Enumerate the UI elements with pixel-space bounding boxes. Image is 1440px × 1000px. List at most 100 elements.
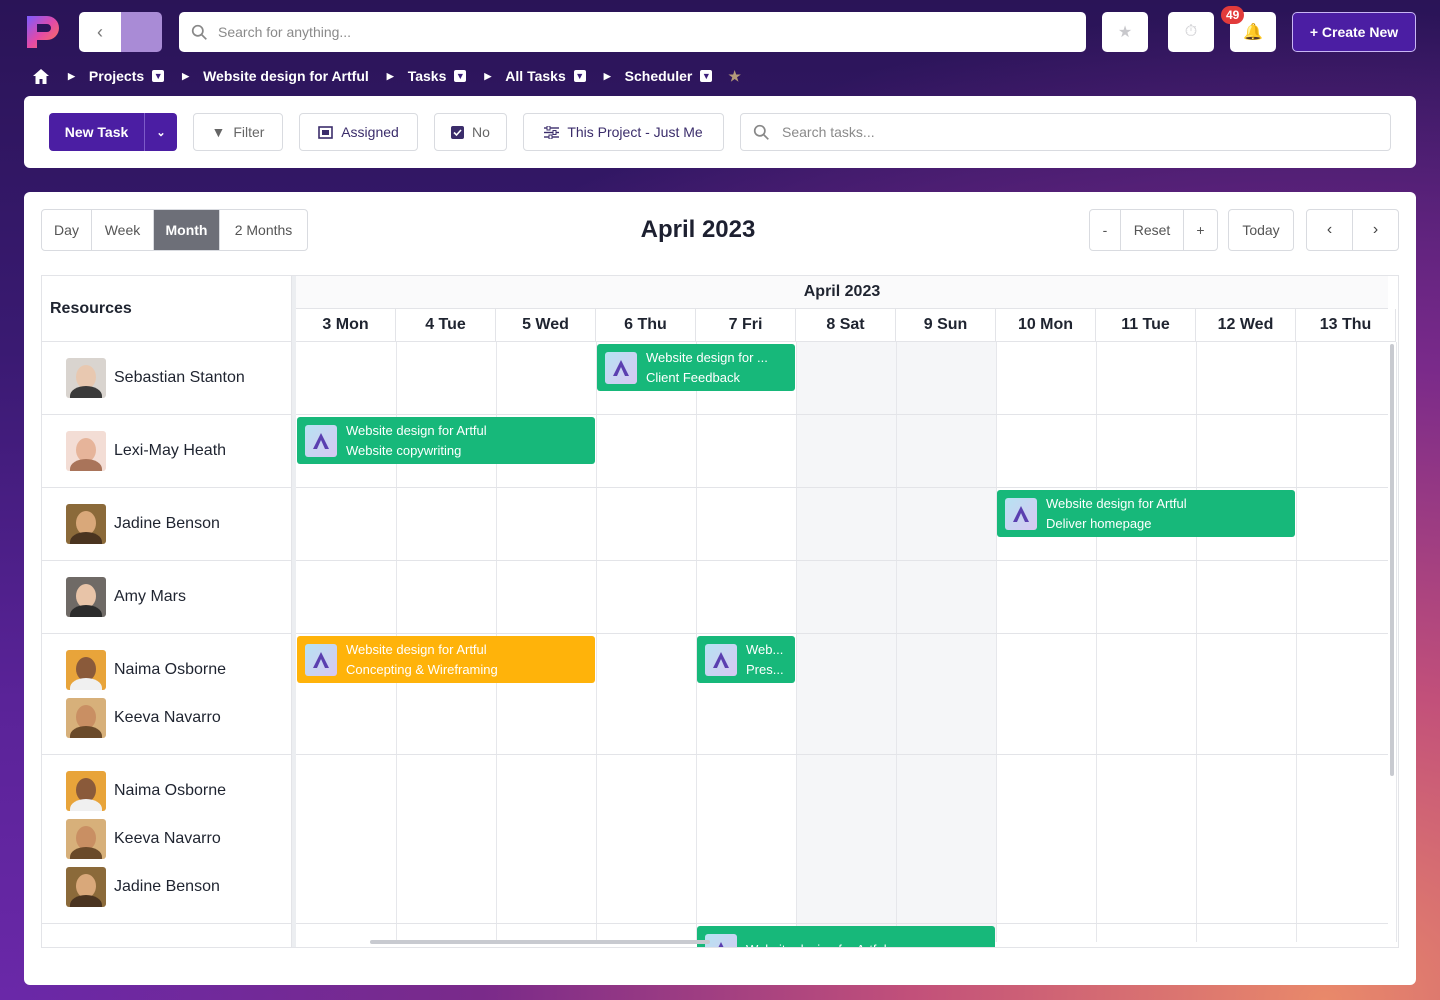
zoom-out-button[interactable]: - (1090, 210, 1121, 250)
column-line (1296, 342, 1297, 942)
row-line (296, 487, 1388, 488)
search-icon (191, 24, 207, 40)
next-chevron-icon[interactable]: › (1353, 210, 1398, 250)
forward-button[interactable] (121, 12, 162, 52)
project-logo-icon (305, 424, 337, 457)
history-nav[interactable]: ‹ (79, 12, 162, 52)
favorite-star-icon[interactable]: ★ (728, 68, 741, 85)
resource-person[interactable]: Naima Osborne (66, 650, 291, 690)
resource-name: Naima Osborne (114, 782, 227, 799)
view-month[interactable]: Month (154, 210, 220, 250)
breadcrumb-projects[interactable]: Projects (89, 68, 144, 84)
resource-person[interactable]: Jadine Benson (66, 867, 291, 907)
reset-button[interactable]: Reset (1121, 210, 1184, 250)
day-header: 7 Fri (696, 309, 796, 342)
day-header: 10 Mon (996, 309, 1096, 342)
bell-icon: 🔔 (1243, 24, 1263, 41)
chevron-down-icon[interactable]: ⌄ (145, 113, 177, 151)
project-logo-icon (605, 351, 637, 384)
app-logo[interactable] (23, 12, 63, 52)
new-task-label[interactable]: New Task (49, 113, 145, 151)
view-switcher: Day Week Month 2 Months (41, 209, 308, 251)
filter-label: Filter (233, 124, 265, 140)
resource-name: Sebastian Stanton (114, 369, 245, 386)
day-header: 11 Tue (1096, 309, 1196, 342)
task-event[interactable]: Web... Pres... (697, 636, 795, 683)
vertical-scrollbar[interactable] (1390, 344, 1394, 776)
stopwatch-icon: ⏱ (1184, 23, 1198, 40)
column-line (596, 342, 597, 942)
month-header: April 2023 (296, 276, 1388, 309)
create-new-button[interactable]: + Create New (1292, 12, 1416, 52)
timer-button[interactable]: ⏱ (1168, 12, 1214, 52)
row-line (296, 414, 1388, 415)
new-task-button[interactable]: New Task ⌄ (49, 113, 177, 151)
task-event[interactable]: Website design for ... Client Feedback (597, 344, 795, 391)
avatar (66, 358, 106, 398)
task-search-input[interactable] (782, 124, 1362, 140)
breadcrumb-all-tasks[interactable]: All Tasks (505, 68, 565, 84)
view-week[interactable]: Week (92, 210, 154, 250)
completed-toggle[interactable]: No (434, 113, 507, 151)
task-search[interactable] (740, 113, 1391, 151)
date-pager: ‹ › (1306, 209, 1399, 251)
task-event[interactable]: Website design for Artful Concepting & Wi… (297, 636, 595, 683)
event-project: Website design for Artful (346, 422, 487, 438)
resource-name: Keeva Navarro (114, 830, 221, 847)
column-line (796, 342, 797, 942)
favorites-button[interactable]: ★ (1102, 12, 1148, 52)
back-chevron-icon[interactable]: ‹ (79, 12, 121, 52)
resource-name: Keeva Navarro (114, 709, 221, 726)
resources-header: Resources (42, 276, 291, 342)
global-search[interactable] (179, 12, 1086, 52)
chevron-down-icon[interactable]: ▼ (152, 70, 165, 82)
task-event[interactable]: Website design for Artful Deliver homepag… (997, 490, 1295, 537)
resource-person[interactable]: Jadine Benson (66, 504, 291, 544)
chevron-right-icon: ▶ (68, 70, 75, 81)
weekend-column (796, 342, 896, 942)
task-event[interactable]: Website design for Artful Website copywri… (297, 417, 595, 464)
resource-person[interactable]: Keeva Navarro (66, 698, 291, 738)
event-task: Deliver homepage (1046, 515, 1152, 531)
zoom-in-button[interactable]: + (1184, 210, 1217, 250)
resource-person[interactable]: Amy Mars (66, 577, 291, 617)
global-search-input[interactable] (218, 24, 1018, 40)
chevron-down-icon[interactable]: ▼ (573, 70, 586, 82)
avatar (66, 819, 106, 859)
completed-label: No (472, 124, 490, 140)
resource-person[interactable]: Keeva Navarro (66, 819, 291, 859)
breadcrumb-scheduler[interactable]: Scheduler (625, 68, 693, 84)
event-project: Website design for Artful (746, 940, 887, 948)
scheduler-grid: Resources Sebastian Stanton Lexi-May Heat… (41, 275, 1399, 948)
chevron-right-icon: ▶ (484, 70, 492, 81)
event-task: Concepting & Wireframing (346, 661, 498, 677)
event-project: Website design for Artful (1046, 495, 1187, 511)
project-logo-icon (1005, 497, 1037, 530)
home-icon[interactable] (32, 68, 50, 85)
day-header: 5 Wed (496, 309, 596, 342)
chevron-down-icon[interactable]: ▼ (700, 70, 713, 82)
day-header: 9 Sun (896, 309, 996, 342)
task-event[interactable]: Website design for Artful (697, 926, 995, 948)
resource-person[interactable]: Sebastian Stanton (66, 358, 291, 398)
chevron-down-icon[interactable]: ▼ (454, 70, 467, 82)
resource-name: Naima Osborne (114, 661, 227, 678)
project-scope-button[interactable]: This Project - Just Me (523, 113, 724, 151)
previous-chevron-icon[interactable]: ‹ (1307, 210, 1353, 250)
filter-button[interactable]: ▼ Filter (193, 113, 283, 151)
view-day[interactable]: Day (42, 210, 92, 250)
horizontal-scrollbar[interactable] (370, 940, 710, 944)
breadcrumb-project[interactable]: Website design for Artful (203, 68, 369, 84)
view-2-months[interactable]: 2 Months (220, 210, 307, 250)
today-button[interactable]: Today (1228, 209, 1294, 251)
notification-badge: 49 (1221, 6, 1245, 24)
day-header: 13 Thu (1296, 309, 1396, 342)
resource-person[interactable]: Lexi-May Heath (66, 431, 291, 471)
sliders-icon (544, 125, 560, 139)
breadcrumb-tasks[interactable]: Tasks (408, 68, 447, 84)
scheduler-title: April 2023 (640, 216, 756, 243)
assigned-button[interactable]: Assigned (299, 113, 418, 151)
resource-person[interactable]: Naima Osborne (66, 771, 291, 811)
assigned-label: Assigned (341, 124, 399, 140)
task-toolbar: New Task ⌄ ▼ Filter Assigned No This Pro… (24, 96, 1416, 168)
